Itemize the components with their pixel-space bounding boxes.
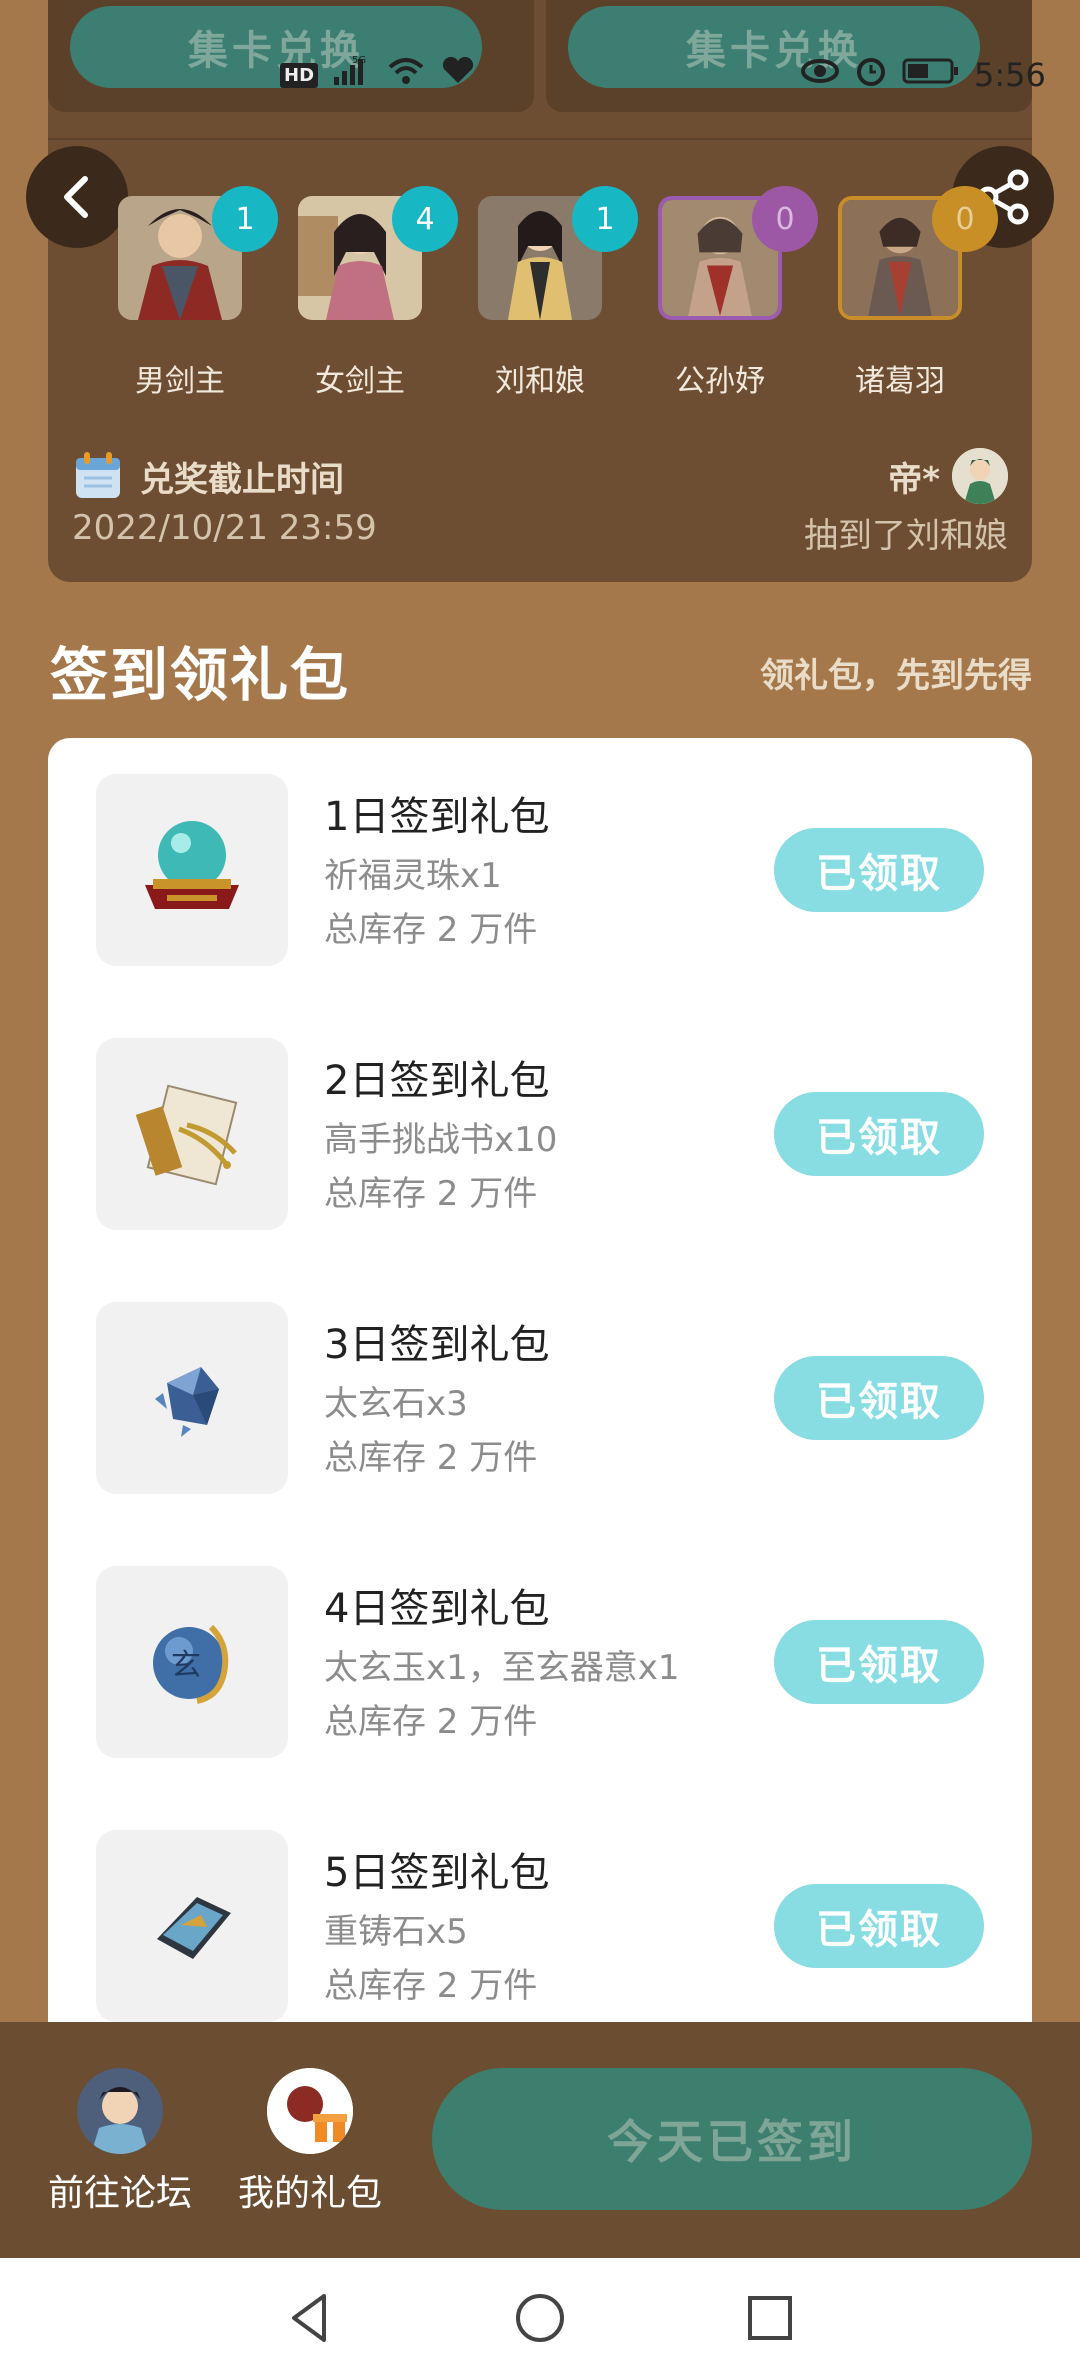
winner-message: 抽到了刘和娘 [804,516,1008,556]
gift-title: 3日签到礼包 [324,1322,550,1368]
claimed-button[interactable]: 已领取 [774,1092,984,1176]
list-item: 1日签到礼包 祈福灵珠x1 总库存 2 万件 已领取 [48,738,1032,1002]
signal-icon: 5G [332,55,372,95]
battery-icon [902,57,960,93]
card-item[interactable]: 0 诸葛羽 [838,186,998,399]
card-count-badge: 4 [392,186,458,252]
back-triangle-icon[interactable] [280,2288,340,2348]
gift-stock: 总库存 2 万件 [324,910,538,950]
recents-square-icon[interactable] [740,2288,800,2348]
list-item: 5日签到礼包 重铸石x5 总库存 2 万件 已领取 [48,1794,1032,2038]
stone-icon [96,1830,288,2022]
card-name: 刘和娘 [495,364,585,399]
jade-icon: 玄 [96,1566,288,1758]
card-count-badge: 1 [572,186,638,252]
claimed-button[interactable]: 已领取 [774,1620,984,1704]
scroll-icon [96,1038,288,1230]
gift-stock: 总库存 2 万件 [324,1702,538,1742]
wifi-icon [386,55,426,95]
gift-detail: 高手挑战书x10 [324,1120,558,1160]
divider [48,138,1032,140]
gift-detail: 重铸石x5 [324,1912,468,1952]
gift-stock: 总库存 2 万件 [324,1966,538,2006]
card-list: 1 男剑主 4 女剑主 1 刘和娘 0 公孙妤 0 诸葛羽 [0,186,1080,406]
gift-detail: 太玄玉x1，至玄器意x1 [324,1648,680,1688]
card-name: 女剑主 [315,364,405,399]
card-item[interactable]: 1 男剑主 [118,186,278,399]
gift-title: 5日签到礼包 [324,1850,550,1896]
hd-tag: HD [280,62,319,88]
deadline-title: 兑奖截止时间 [140,460,344,500]
calendar-icon [74,452,122,500]
orb-icon [96,774,288,966]
gift-detail: 祈福灵珠x1 [324,856,502,896]
forum-avatar-icon [77,2068,163,2154]
home-circle-icon[interactable] [510,2288,570,2348]
network-gen: 5G [352,55,366,66]
heartbeat-icon [440,55,476,95]
card-item[interactable]: 1 刘和娘 [478,186,638,399]
claimed-button[interactable]: 已领取 [774,828,984,912]
signed-in-button[interactable]: 今天已签到 [432,2068,1032,2210]
card-count-badge: 0 [932,186,998,252]
forum-label: 前往论坛 [47,2173,192,2214]
clock-time: 5:56 [974,56,1046,94]
claimed-button[interactable]: 已领取 [774,1356,984,1440]
system-nav-bar [0,2258,1080,2376]
gift-stock: 总库存 2 万件 [324,1174,538,1214]
claimed-button[interactable]: 已领取 [774,1884,984,1968]
card-name: 男剑主 [135,364,225,399]
gift-title: 4日签到礼包 [324,1586,550,1632]
list-item: 玄 4日签到礼包 太玄玉x1，至玄器意x1 总库存 2 万件 已领取 [48,1530,1032,1794]
gift-title: 1日签到礼包 [324,794,550,840]
gift-box-icon [267,2068,353,2154]
deadline-date: 2022/10/21 23:59 [72,508,377,548]
list-item: 3日签到礼包 太玄石x3 总库存 2 万件 已领取 [48,1266,1032,1530]
my-gifts-link[interactable]: 我的礼包 [220,2068,400,2216]
card-item[interactable]: 0 公孙妤 [658,186,818,399]
gift-stock: 总库存 2 万件 [324,1438,538,1478]
card-item[interactable]: 4 女剑主 [298,186,458,399]
gift-list: 1日签到礼包 祈福灵珠x1 总库存 2 万件 已领取 2日签到礼包 高手挑战书x… [48,738,1032,2038]
winner-avatar [952,448,1008,504]
status-right: 5:56 [800,52,1046,98]
my-gifts-label: 我的礼包 [237,2173,382,2214]
card-name: 公孙妤 [675,364,765,399]
card-count-badge: 0 [752,186,818,252]
winner-name: 帝* [888,460,940,500]
gift-title: 2日签到礼包 [324,1058,550,1104]
card-count-badge: 1 [212,186,278,252]
card-name: 诸葛羽 [855,364,945,399]
bottom-action-bar: 前往论坛 我的礼包 今天已签到 [0,2022,1080,2258]
section-subtitle: 领礼包，先到先得 [760,656,1032,696]
section-title: 签到领礼包 [50,641,351,709]
forum-link[interactable]: 前往论坛 [30,2068,210,2216]
eye-icon [800,56,840,94]
alarm-icon [854,54,888,96]
svg-text:玄: 玄 [171,1648,201,1683]
list-item: 2日签到礼包 高手挑战书x10 总库存 2 万件 已领取 [48,1002,1032,1266]
crystal-icon [96,1302,288,1494]
gift-detail: 太玄石x3 [324,1384,468,1424]
status-left: HD 5G [280,52,476,98]
